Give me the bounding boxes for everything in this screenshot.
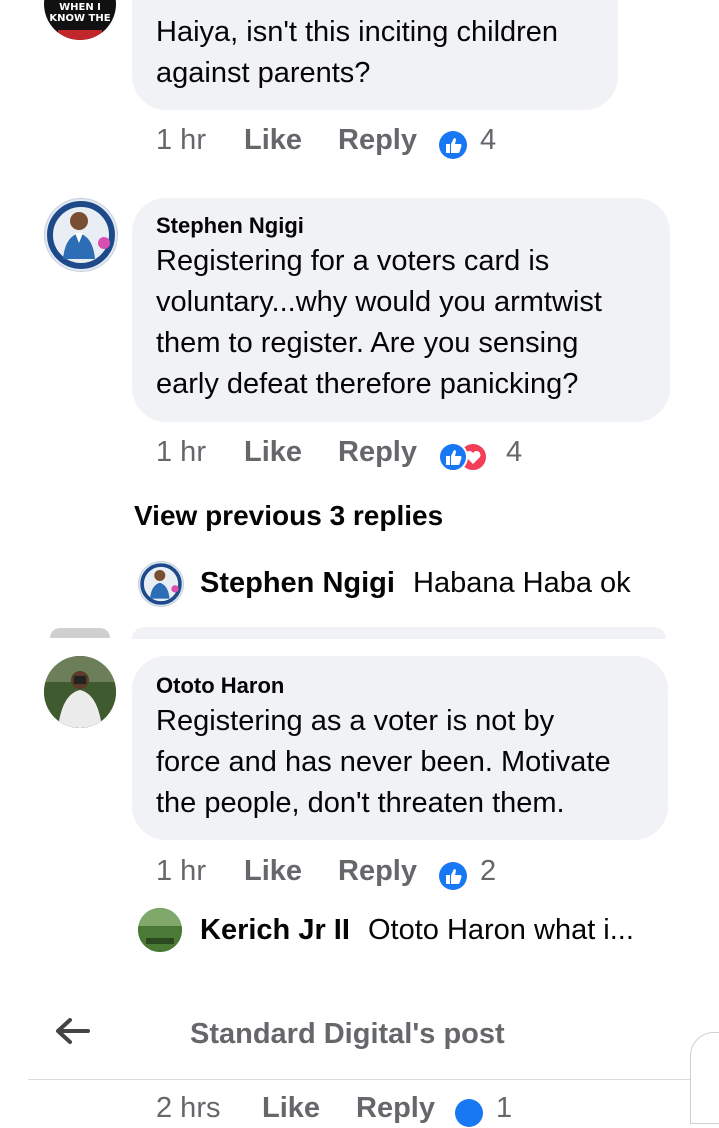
reply-preview[interactable]: Stephen Ngigi Habana Haba ok [200, 567, 631, 600]
avatar-edge [50, 628, 110, 638]
reply-text: Ototo Haron what i... [367, 914, 634, 946]
comment-time[interactable]: 1 hr [156, 124, 206, 156]
comment-actions: 1 hr Like Reply [156, 855, 417, 888]
comment-author[interactable]: Stephen Ngigi [156, 213, 304, 239]
reply-preview[interactable]: Kerich Jr II Ototo Haron what i... [200, 914, 634, 947]
comment-actions: 1 hr Like Reply [156, 124, 417, 157]
like-button[interactable]: Like [244, 855, 302, 888]
like-button[interactable]: Like [262, 1092, 320, 1125]
profile-photo [138, 908, 182, 952]
comment-time[interactable]: 2 hrs [156, 1092, 220, 1124]
like-reaction-icon [438, 442, 468, 472]
comment-author[interactable]: Ototo Haron [156, 673, 284, 699]
view-previous-replies-link[interactable]: View previous 3 replies [134, 500, 443, 532]
reply-button[interactable]: Reply [338, 855, 417, 888]
comment-bubble[interactable]: Stephen Ngigi Registering for a voters c… [132, 198, 670, 422]
comment-time[interactable]: 1 hr [156, 436, 206, 468]
avatar[interactable] [138, 561, 184, 607]
reply-button[interactable]: Reply [338, 124, 417, 157]
back-arrow-icon[interactable] [54, 1016, 90, 1046]
comment-actions: 2 hrs Like Reply [156, 1092, 435, 1125]
post-title: Standard Digital's post [190, 1018, 505, 1050]
avatar[interactable] [138, 908, 182, 952]
avatar[interactable] [44, 198, 118, 272]
reply-author[interactable]: Kerich Jr II [200, 914, 350, 946]
comment-actions: 1 hr Like Reply [156, 436, 417, 469]
reaction-count: 1 [496, 1092, 513, 1124]
like-button[interactable]: Like [244, 436, 302, 469]
like-reaction-icon [439, 131, 467, 159]
divider [28, 1079, 719, 1080]
comment-text: Registering for a voters card is volunta… [156, 245, 602, 400]
reply-button[interactable]: Reply [338, 436, 417, 469]
comment-bubble-edge [132, 627, 666, 639]
like-reaction-icon [455, 1099, 483, 1127]
side-panel-edge [690, 1032, 719, 1124]
reply-button[interactable]: Reply [356, 1092, 435, 1125]
profile-photo [46, 200, 116, 270]
reaction-count: 4 [506, 436, 523, 468]
reply-text: Habana Haba ok [413, 567, 631, 599]
post-header-bar: Standard Digital's post [0, 985, 719, 1080]
reply-author[interactable]: Stephen Ngigi [200, 567, 395, 599]
avatar[interactable] [44, 656, 116, 728]
comment-bubble[interactable]: Ototo Haron Registering as a voter is no… [132, 656, 668, 840]
avatar[interactable]: WHEN I KNOW THE [44, 0, 116, 40]
avatar-caption: WHEN I KNOW THE [49, 2, 111, 24]
profile-photo [139, 562, 183, 606]
comment-bubble[interactable]: Haiya, isn't this inciting children agai… [132, 0, 618, 110]
profile-photo [44, 656, 116, 728]
reaction-count: 2 [480, 855, 497, 887]
like-button[interactable]: Like [244, 124, 302, 157]
comment-time[interactable]: 1 hr [156, 855, 206, 887]
like-reaction-icon [439, 862, 467, 890]
reaction-count: 4 [480, 124, 497, 156]
comment-text: Haiya, isn't this inciting children agai… [156, 16, 559, 89]
comment-text: Registering as a voter is not by force a… [156, 705, 611, 819]
